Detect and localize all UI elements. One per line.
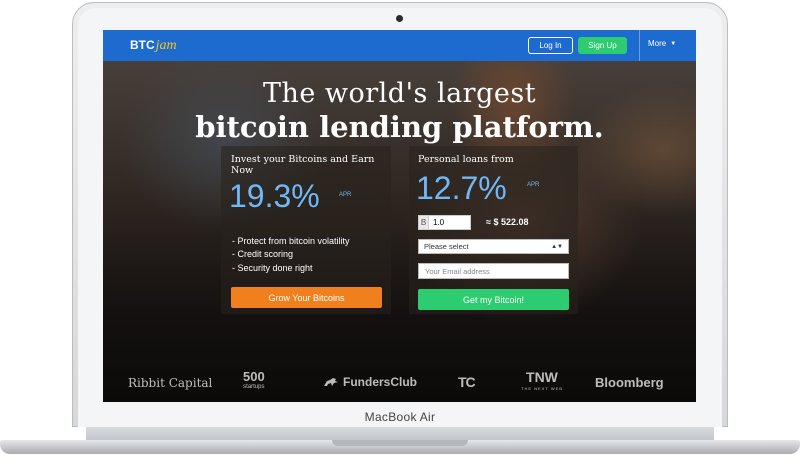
get-my-bitcoin-button[interactable]: Get my Bitcoin! — [418, 289, 569, 310]
btc-amount-field[interactable]: B — [418, 215, 471, 230]
tnw-logo: TNW THE NEXT WEB — [521, 370, 563, 395]
bloomberg-logo: Bloomberg — [595, 375, 664, 390]
techcrunch-logo: TC — [458, 374, 476, 390]
500-startups-word: startups — [243, 384, 265, 390]
chevron-down-icon: ▼ — [670, 40, 677, 47]
invest-title: Invest your Bitcoins and Earn Now — [231, 154, 375, 176]
usd-equivalent: ≈ $ 522.08 — [486, 217, 529, 227]
invest-apr-label: APR — [339, 192, 352, 198]
loan-apr-label: APR — [527, 182, 540, 188]
tnw-tagline: THE NEXT WEB — [521, 386, 563, 391]
laptop-notch — [332, 440, 468, 446]
grow-bitcoins-button[interactable]: Grow Your Bitcoins — [231, 287, 382, 308]
btc-amount-input[interactable] — [429, 216, 470, 229]
login-button[interactable]: Log In — [528, 37, 573, 54]
invest-bullet-1: - Protect from bitcoin volatility — [232, 236, 350, 246]
btcjam-logo[interactable]: BTC jam — [130, 38, 177, 54]
horse-icon — [324, 378, 338, 386]
email-field[interactable] — [418, 263, 569, 279]
select-arrows-icon: ▲▼ — [551, 243, 563, 250]
more-menu[interactable]: More ▼ — [648, 39, 676, 48]
model-label: MacBook Air — [364, 410, 436, 424]
headline-line2: bitcoin lending platform. — [195, 110, 604, 144]
top-navbar: BTC jam Log In Sign Up More ▼ — [103, 30, 696, 61]
nav-divider — [639, 30, 640, 61]
fundersclub-text: FundersClub — [343, 375, 417, 389]
loan-title: Personal loans from — [418, 154, 514, 165]
invest-rate: 19.3% — [229, 178, 320, 214]
invest-bullet-2: - Credit scoring — [232, 249, 294, 259]
500-startups-logo: 500 startups — [243, 370, 265, 393]
loan-purpose-select-value: Please select — [424, 242, 469, 251]
laptop-hinge — [86, 427, 714, 440]
partner-logos: Ribbit Capital 500 startups FundersClub … — [103, 370, 696, 400]
bitcoin-icon: B — [419, 216, 429, 229]
signup-button[interactable]: Sign Up — [578, 37, 627, 54]
invest-bullet-3: - Security done right — [232, 263, 313, 273]
logo-jam-text: jam — [155, 38, 177, 53]
fundersclub-logo: FundersClub — [323, 375, 417, 389]
webcam-icon — [396, 15, 403, 22]
loan-purpose-select[interactable]: Please select ▲▼ — [418, 239, 569, 254]
loan-rate: 12.7% — [416, 170, 507, 206]
ribbit-capital-logo: Ribbit Capital — [128, 376, 213, 390]
screen: BTC jam Log In Sign Up More ▼ The world'… — [103, 30, 696, 402]
more-menu-label: More — [648, 39, 667, 48]
logo-btc-text: BTC — [130, 38, 155, 52]
headline-line1: The world's largest — [262, 78, 537, 109]
